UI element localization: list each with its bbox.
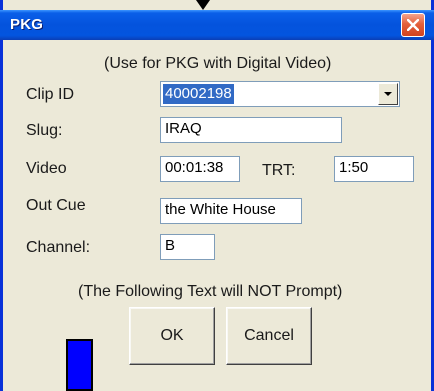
- out-cue-label: Out Cue: [26, 197, 86, 214]
- slug-input[interactable]: IRAQ: [160, 117, 342, 143]
- close-button[interactable]: [401, 13, 425, 37]
- cancel-button[interactable]: Cancel: [226, 307, 312, 365]
- title-bar[interactable]: [0, 10, 434, 40]
- ok-button[interactable]: OK: [129, 307, 215, 365]
- video-time-input[interactable]: 00:01:38: [160, 156, 240, 182]
- out-cue-input[interactable]: the White House: [160, 198, 302, 224]
- instruction-top-text: (Use for PKG with Digital Video): [104, 55, 332, 72]
- cursor-pointer-icon: [196, 0, 210, 10]
- chevron-down-icon: [384, 92, 392, 96]
- trt-input[interactable]: 1:50: [334, 156, 414, 182]
- trt-label: TRT:: [262, 162, 296, 179]
- cancel-button-label: Cancel: [244, 327, 294, 344]
- channel-input[interactable]: B: [160, 234, 215, 260]
- channel-label: Channel:: [26, 239, 91, 256]
- clip-id-label: Clip ID: [26, 86, 75, 103]
- clip-id-selected-value: 40002198: [163, 84, 234, 104]
- dropdown-arrow-button[interactable]: [378, 83, 398, 105]
- ok-button-label: OK: [160, 327, 184, 344]
- blue-overlay-bar: [66, 339, 93, 391]
- close-x-icon: [407, 19, 419, 31]
- clip-id-dropdown[interactable]: 40002198: [160, 81, 400, 107]
- slug-label: Slug:: [26, 122, 63, 139]
- window-title: PKG: [10, 16, 44, 33]
- video-label: Video: [26, 160, 67, 177]
- instruction-bottom-text: (The Following Text will NOT Prompt): [78, 283, 343, 300]
